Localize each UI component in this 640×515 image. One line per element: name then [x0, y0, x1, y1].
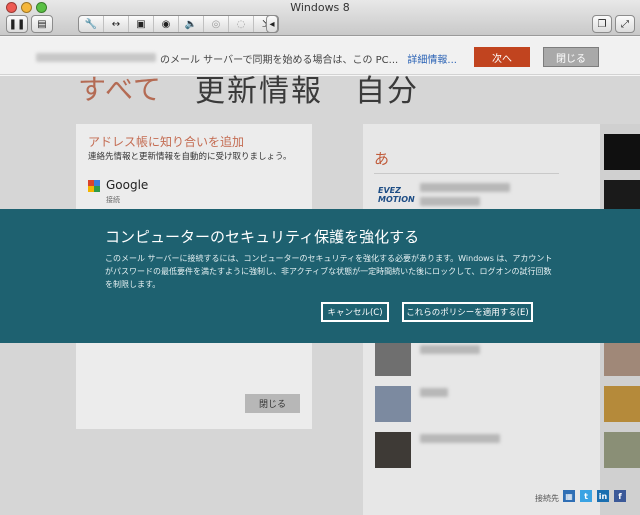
evez-motion-logo: EVEZ MOTION — [378, 186, 415, 204]
mouse-icon[interactable]: ◌ — [229, 16, 254, 32]
settings-icon: ▤ — [37, 18, 47, 30]
collapse-toolbar-button[interactable]: ◂ — [266, 15, 278, 33]
google-logo-icon — [88, 180, 100, 192]
lock-icon[interactable]: ◉ — [154, 16, 179, 32]
twitter-icon[interactable]: t — [580, 490, 592, 502]
window-icon: ❐ — [597, 18, 607, 30]
dialog-title: コンピューターのセキュリティ保護を強化する — [105, 228, 420, 246]
contact-avatar[interactable] — [604, 432, 640, 468]
arrows-icon[interactable]: ↔ — [104, 16, 129, 32]
collapse-icon: ◂ — [269, 18, 275, 30]
window-title: Windows 8 — [290, 1, 350, 14]
device-toolbar: 🔧 ↔ ▣ ◉ 🔈 ◎ ◌ ⇲ — [78, 15, 279, 33]
camera-icon[interactable]: ◎ — [204, 16, 229, 32]
facebook-icon[interactable]: f — [614, 490, 626, 502]
apply-policies-button[interactable]: これらのポリシーを適用する(E) — [402, 302, 533, 322]
section-letter: あ — [374, 150, 390, 168]
card-close-button[interactable]: 閉じる — [245, 394, 300, 413]
more-info-link[interactable]: 詳細情報... — [407, 55, 457, 66]
speaker-icon[interactable]: 🔈 — [179, 16, 204, 32]
dialog-body: このメール サーバーに接続するには、コンピューターのセキュリティを強化する必要が… — [105, 254, 553, 289]
wrench-icon[interactable]: 🔧 — [79, 16, 104, 32]
next-button[interactable]: 次へ — [474, 47, 530, 67]
fullscreen-button[interactable]: ⤢ — [615, 15, 635, 33]
fullscreen-icon: ⤢ — [621, 18, 629, 30]
redacted-contact-name — [420, 183, 510, 192]
notification-text: のメール サーバーで同期を始める場合は、この PC... — [160, 55, 399, 66]
header-all[interactable]: すべて — [78, 68, 162, 108]
redacted-contact-name — [420, 434, 500, 443]
settings-button[interactable]: ▤ — [31, 15, 53, 33]
contact-avatar[interactable] — [375, 432, 411, 468]
connected-services-label: 接続先 — [535, 494, 559, 503]
pause-button[interactable]: ❚❚ — [6, 15, 28, 33]
section-divider — [374, 173, 559, 174]
linkedin-icon[interactable]: in — [597, 490, 609, 502]
close-notification-button[interactable]: 閉じる — [543, 47, 599, 67]
contact-avatar[interactable] — [375, 340, 411, 376]
add-contacts-subtitle: 連絡先情報と更新情報を自動的に受け取りましょう。 — [88, 152, 292, 162]
google-service-status: 接続 — [106, 196, 120, 204]
google-service-name[interactable]: Google — [106, 178, 148, 192]
contact-avatar[interactable] — [604, 340, 640, 376]
header-title: 更新情報 自分 — [195, 74, 419, 109]
notification-message: のメール サーバーで同期を始める場合は、この PC... 詳細情報... — [160, 51, 457, 66]
contact-avatar[interactable] — [604, 134, 640, 170]
cancel-button[interactable]: キャンセル(C) — [321, 302, 389, 322]
window-mode-button[interactable]: ❐ — [592, 15, 612, 33]
redacted-account — [36, 53, 156, 62]
pause-icon: ❚❚ — [8, 18, 26, 30]
contact-avatar[interactable] — [604, 386, 640, 422]
add-contacts-title: アドレス帳に知り合いを追加 — [88, 135, 245, 149]
contact-avatar[interactable] — [375, 386, 411, 422]
redacted-contact-name — [420, 388, 448, 397]
outlook-icon[interactable]: ▦ — [563, 490, 575, 502]
redacted-contact-name — [420, 345, 480, 354]
fit-icon[interactable]: ▣ — [129, 16, 154, 32]
redacted-contact-detail — [420, 197, 480, 206]
